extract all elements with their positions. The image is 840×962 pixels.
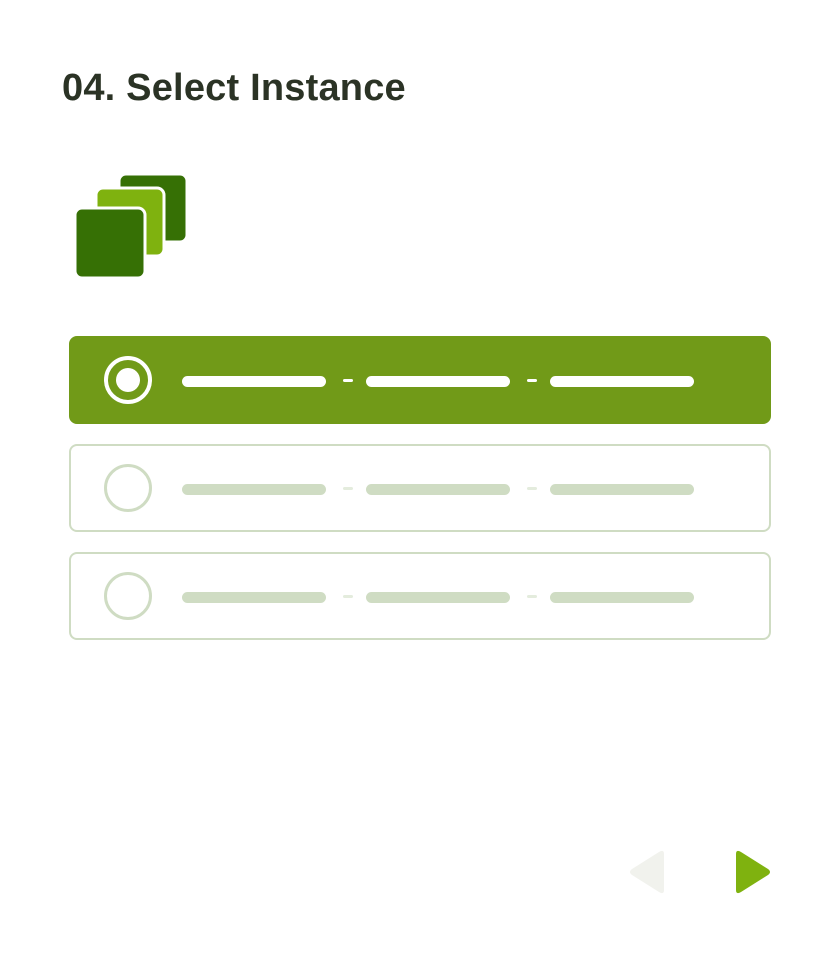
placeholder-bar <box>550 484 694 495</box>
triangle-right-icon[interactable] <box>730 848 778 896</box>
placeholder-bar <box>182 484 326 495</box>
separator-dash <box>343 379 353 382</box>
separator-dash <box>343 595 353 598</box>
radio-button[interactable] <box>104 464 152 512</box>
separator-dash <box>527 379 537 382</box>
stacked-squares-icon <box>74 172 189 278</box>
separator-dash <box>343 487 353 490</box>
placeholder-bar <box>366 592 510 603</box>
radio-dot <box>116 368 140 392</box>
separator-dash <box>527 595 537 598</box>
triangle-left-icon[interactable] <box>624 848 672 896</box>
page-title: 04. Select Instance <box>62 67 406 109</box>
instance-options-list <box>69 336 771 660</box>
placeholder-bar <box>550 376 694 387</box>
instance-option-3[interactable] <box>69 552 771 640</box>
instance-option-1[interactable] <box>69 336 771 424</box>
placeholder-bar <box>366 484 510 495</box>
instance-option-2[interactable] <box>69 444 771 532</box>
placeholder-bar <box>366 376 510 387</box>
separator-dash <box>527 487 537 490</box>
radio-button[interactable] <box>104 572 152 620</box>
placeholder-bar <box>182 592 326 603</box>
radio-button-selected[interactable] <box>104 356 152 404</box>
placeholder-bar <box>550 592 694 603</box>
placeholder-bar <box>182 376 326 387</box>
